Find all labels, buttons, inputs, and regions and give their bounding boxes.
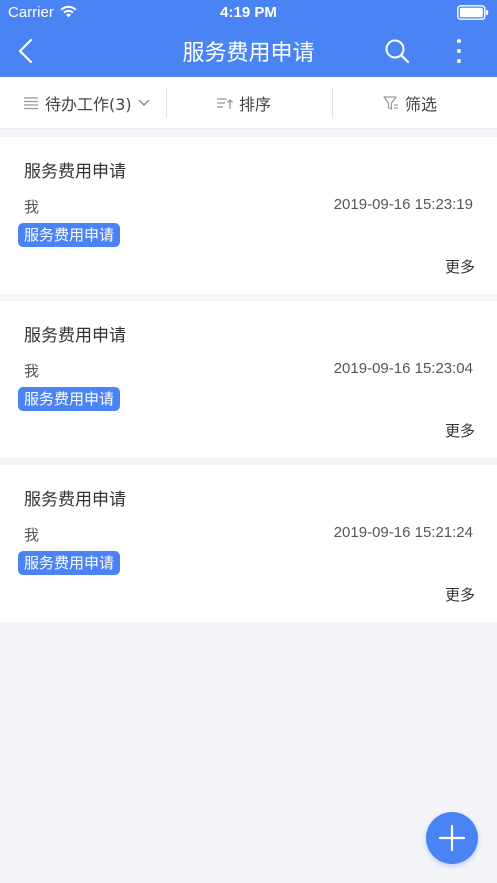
- item-title: 服务费用申请: [24, 490, 126, 510]
- clock: 4:19 PM: [220, 4, 277, 21]
- pending-work-label: 待办工作(3): [45, 95, 132, 114]
- filter-label: 筛选: [405, 95, 438, 114]
- search-icon[interactable]: [384, 38, 410, 64]
- sort-button[interactable]: 排序: [217, 77, 271, 129]
- item-type-badge: 服务费用申请: [18, 387, 121, 411]
- list-icon: [24, 97, 38, 110]
- more-link[interactable]: 更多: [445, 584, 475, 605]
- item-timestamp: 2019-09-16 15:21:24: [333, 524, 473, 541]
- app-header: Carrier 4:19 PM 服务费用申请: [0, 0, 497, 77]
- item-applicant: 我: [24, 362, 40, 380]
- sort-icon: [217, 98, 233, 109]
- pending-work-dropdown[interactable]: 待办工作(3): [24, 77, 150, 129]
- navigation-bar: 服务费用申请: [0, 25, 497, 77]
- list-item[interactable]: 服务费用申请 我 2019-09-16 15:23:19 服务费用申请 更多: [0, 137, 497, 294]
- more-vertical-icon[interactable]: [450, 37, 468, 65]
- filter-button[interactable]: 筛选: [383, 77, 437, 129]
- list-item[interactable]: 服务费用申请 我 2019-09-16 15:23:04 服务费用申请 更多: [0, 301, 497, 458]
- filter-icon: [383, 95, 398, 110]
- more-link[interactable]: 更多: [445, 256, 475, 277]
- divider: [332, 88, 333, 118]
- item-type-badge: 服务费用申请: [18, 551, 121, 575]
- plus-icon: [438, 824, 466, 852]
- item-type-badge: 服务费用申请: [18, 223, 121, 247]
- page-title: 服务费用申请: [182, 41, 315, 66]
- chevron-down-icon: [138, 99, 150, 106]
- list-item[interactable]: 服务费用申请 我 2019-09-16 15:21:24 服务费用申请 更多: [0, 465, 497, 622]
- item-applicant: 我: [24, 526, 40, 544]
- sort-label: 排序: [239, 95, 272, 114]
- item-title: 服务费用申请: [24, 326, 126, 346]
- filter-bar: 待办工作(3) 排序 筛选: [0, 77, 497, 129]
- item-timestamp: 2019-09-16 15:23:19: [333, 196, 473, 213]
- item-applicant: 我: [24, 198, 40, 216]
- item-title: 服务费用申请: [24, 162, 126, 182]
- item-timestamp: 2019-09-16 15:23:04: [333, 360, 473, 377]
- more-link[interactable]: 更多: [445, 420, 475, 441]
- divider: [166, 88, 167, 118]
- add-button[interactable]: [426, 812, 478, 864]
- status-bar: Carrier 4:19 PM: [0, 0, 497, 25]
- battery-icon: [457, 5, 489, 20]
